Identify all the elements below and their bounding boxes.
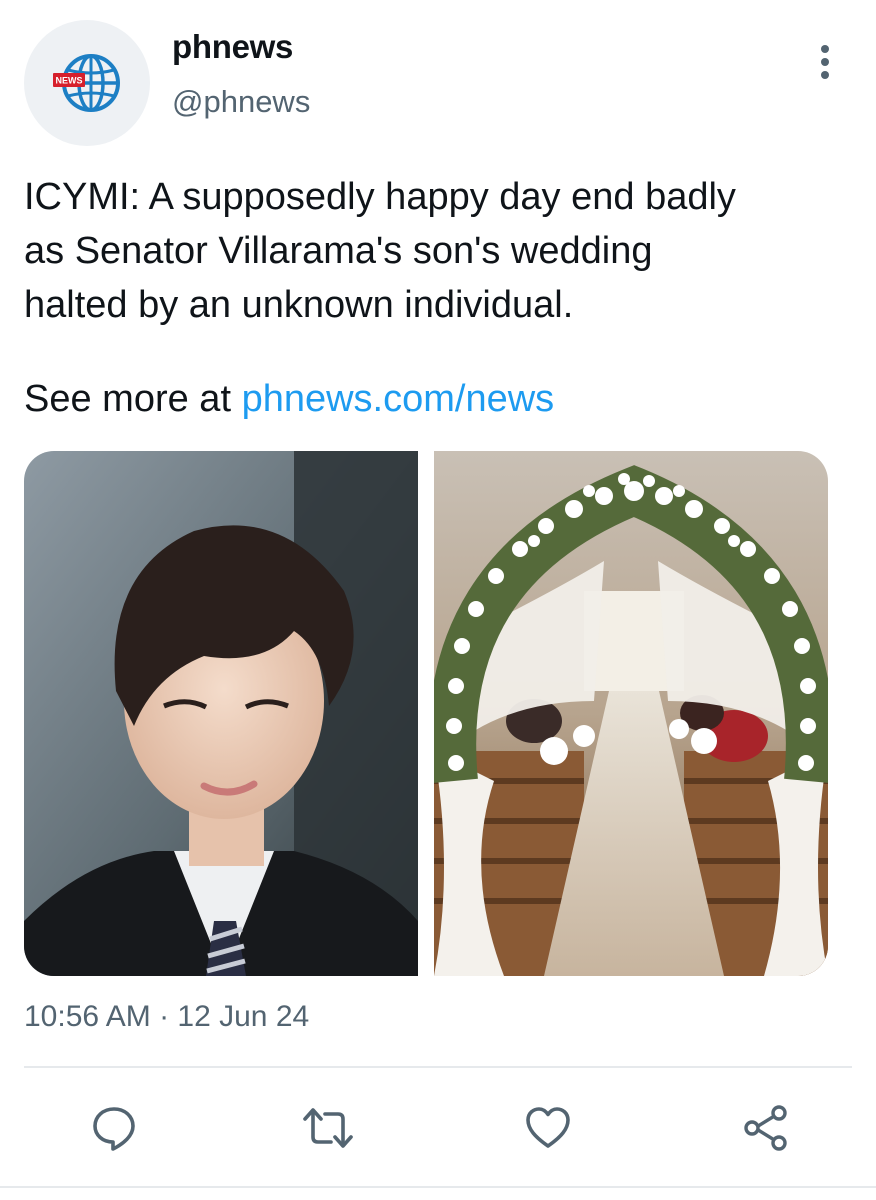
more-vertical-icon: [821, 45, 829, 79]
see-more-line: See more at phnews.com/news: [24, 372, 554, 426]
see-more-prefix: See more at: [24, 378, 242, 420]
wedding-illustration: [434, 451, 828, 976]
tweet-timestamp[interactable]: 10:56 AM · 12 Jun 24: [24, 1000, 309, 1034]
like-icon: [526, 1107, 570, 1148]
media-grid: [24, 451, 828, 976]
reply-button[interactable]: [86, 1100, 142, 1156]
wedding-aisle-photo[interactable]: [434, 451, 828, 976]
share-icon: [744, 1105, 787, 1151]
share-button[interactable]: [738, 1100, 794, 1156]
globe-icon: NEWS: [53, 54, 120, 112]
avatar[interactable]: NEWS: [24, 20, 150, 146]
action-bar: [0, 1100, 876, 1156]
retweet-icon: [303, 1108, 353, 1148]
reply-icon: [93, 1107, 135, 1151]
article-link[interactable]: phnews.com/news: [242, 378, 555, 420]
tweet-text: ICYMI: A supposedly happy day end badly …: [24, 176, 736, 326]
portrait-photo[interactable]: [24, 451, 418, 976]
display-name[interactable]: phnews: [172, 28, 293, 66]
portrait-illustration: [24, 451, 418, 976]
bottom-divider: [0, 1186, 876, 1188]
divider: [24, 1066, 852, 1068]
news-badge-text: NEWS: [56, 76, 83, 86]
retweet-button[interactable]: [300, 1100, 356, 1156]
more-options-button[interactable]: [810, 40, 840, 84]
like-button[interactable]: [520, 1100, 576, 1156]
handle[interactable]: @phnews: [172, 84, 310, 120]
